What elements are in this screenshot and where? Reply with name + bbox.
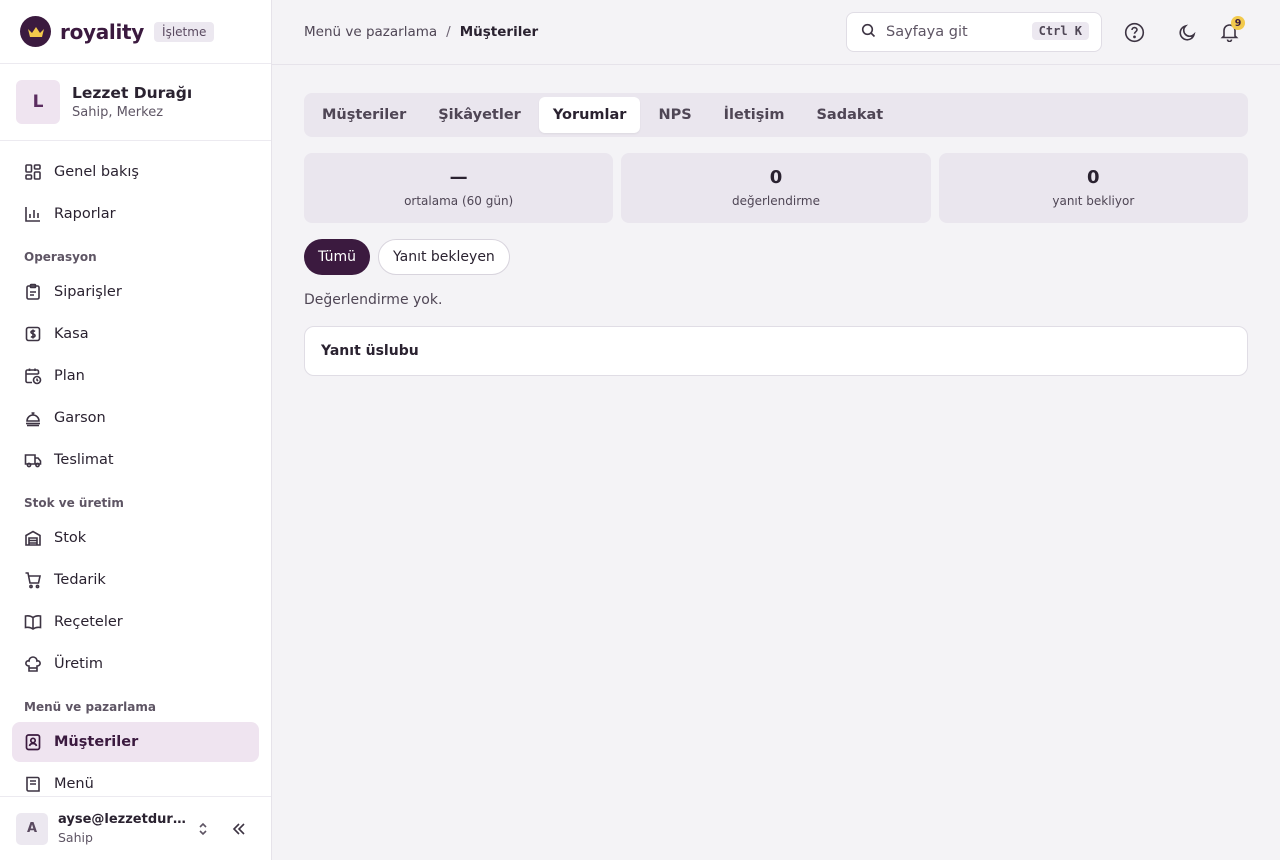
filter-all-button[interactable]: Tümü bbox=[304, 239, 371, 275]
calendar-clock-icon bbox=[24, 367, 42, 385]
stat-value: 0 bbox=[769, 167, 783, 189]
workspace-badge: İşletme bbox=[154, 21, 215, 42]
sidebar-item-tedarik[interactable]: Tedarik bbox=[12, 560, 259, 600]
sidebar-item-stok[interactable]: Stok bbox=[12, 518, 259, 558]
stat-value: — bbox=[449, 167, 468, 189]
search-icon bbox=[861, 23, 876, 42]
sidebar-item-raporlar[interactable]: Raporlar bbox=[12, 194, 259, 234]
breadcrumb-separator: / bbox=[446, 24, 451, 40]
brand-header: royality İşletme bbox=[0, 0, 271, 64]
filter-awaiting-reply-button[interactable]: Yanıt bekleyen bbox=[378, 239, 510, 275]
crown-logo-icon[interactable] bbox=[20, 16, 51, 47]
stat-label: ortalama (60 gün) bbox=[404, 193, 514, 208]
sidebar-item-label: Plan bbox=[54, 368, 85, 384]
sidebar-item-kasa[interactable]: Kasa bbox=[12, 314, 259, 354]
delivery-truck-icon bbox=[24, 451, 42, 469]
sidebar-item-label: Tedarik bbox=[54, 572, 106, 588]
bar-chart-icon bbox=[24, 205, 42, 223]
tab-iletisim[interactable]: İletişim bbox=[710, 97, 799, 133]
main-content: Müşteriler Şikâyetler Yorumlar NPS İleti… bbox=[304, 93, 1248, 376]
dashboard-grid-icon bbox=[24, 163, 42, 181]
sidebar-item-label: Siparişler bbox=[54, 284, 122, 300]
sidebar-item-label: Kasa bbox=[54, 326, 89, 342]
brand-name: royality bbox=[60, 19, 145, 44]
cash-register-icon bbox=[24, 325, 42, 343]
stat-card-reviews: 0 değerlendirme bbox=[621, 153, 931, 223]
sidebar-item-plan[interactable]: Plan bbox=[12, 356, 259, 396]
notifications-bell-icon[interactable]: 9 bbox=[1217, 16, 1245, 44]
breadcrumb-parent[interactable]: Menü ve pazarlama bbox=[304, 24, 437, 40]
sidebar-item-uretim[interactable]: Üretim bbox=[12, 644, 259, 684]
avatar: A bbox=[16, 812, 48, 845]
tab-nps[interactable]: NPS bbox=[644, 97, 705, 133]
help-icon[interactable] bbox=[1122, 20, 1146, 44]
sidebar-section-title: Operasyon bbox=[24, 250, 97, 264]
sidebar-item-label: Üretim bbox=[54, 656, 104, 672]
stats-row: — ortalama (60 gün) 0 değerlendirme 0 ya… bbox=[304, 153, 1248, 223]
tab-sikayetler[interactable]: Şikâyetler bbox=[424, 97, 535, 133]
sidebar-item-genel-bakis[interactable]: Genel bakış bbox=[12, 152, 259, 192]
sidebar-item-siparisler[interactable]: Siparişler bbox=[12, 272, 259, 312]
warehouse-icon bbox=[24, 529, 42, 547]
reply-style-title: Yanıt üslubu bbox=[321, 343, 419, 359]
stat-card-average: — ortalama (60 gün) bbox=[304, 153, 614, 223]
sidebar-section-title: Menü ve pazarlama bbox=[24, 700, 156, 714]
reply-style-card[interactable]: Yanıt üslubu bbox=[304, 326, 1248, 376]
filter-pills: Tümü Yanıt bekleyen bbox=[304, 239, 1248, 275]
sidebar: royality İşletme L Lezzet Durağı Sahip, … bbox=[0, 0, 272, 860]
sidebar-item-garson[interactable]: Garson bbox=[12, 398, 259, 438]
org-role: Sahip, Merkez bbox=[72, 105, 164, 120]
org-switcher[interactable]: L Lezzet Durağı Sahip, Merkez bbox=[0, 64, 271, 141]
chevrons-up-down-icon[interactable] bbox=[194, 820, 212, 838]
keyboard-shortcut: Ctrl K bbox=[1031, 22, 1089, 40]
sidebar-item-musteriler[interactable]: Müşteriler bbox=[12, 722, 259, 762]
user-email: ayse@lezzetduragi.com bbox=[58, 812, 186, 827]
collapse-sidebar-icon[interactable] bbox=[230, 820, 248, 838]
menu-book-icon bbox=[24, 775, 42, 793]
dark-mode-moon-icon[interactable] bbox=[1175, 20, 1199, 44]
tab-bar: Müşteriler Şikâyetler Yorumlar NPS İleti… bbox=[304, 93, 1248, 137]
clipboard-icon bbox=[24, 283, 42, 301]
shopping-cart-icon bbox=[24, 571, 42, 589]
sidebar-item-label: Menü bbox=[54, 776, 94, 792]
stat-label: değerlendirme bbox=[731, 193, 820, 208]
stat-card-awaiting-reply: 0 yanıt bekliyor bbox=[938, 153, 1248, 223]
sidebar-item-label: Teslimat bbox=[54, 452, 114, 468]
book-open-icon bbox=[24, 613, 42, 631]
breadcrumb-current: Müşteriler bbox=[459, 24, 539, 40]
sidebar-item-receteler[interactable]: Reçeteler bbox=[12, 602, 259, 642]
stat-value: 0 bbox=[1087, 167, 1100, 189]
sidebar-item-teslimat[interactable]: Teslimat bbox=[12, 440, 259, 480]
topbar: Menü ve pazarlama / Müşteriler Sayfaya g… bbox=[272, 0, 1280, 65]
search-placeholder: Sayfaya git bbox=[886, 24, 968, 40]
waiter-bell-icon bbox=[24, 409, 42, 427]
sidebar-item-label: Reçeteler bbox=[54, 614, 123, 630]
sidebar-item-menu[interactable]: Menü bbox=[12, 764, 259, 796]
notification-count-badge: 9 bbox=[1231, 16, 1245, 30]
sidebar-nav: Genel bakış Raporlar Operasyon Siparişle… bbox=[0, 152, 271, 796]
empty-state-text: Değerlendirme yok. bbox=[304, 292, 443, 308]
sidebar-section-title: Stok ve üretim bbox=[24, 496, 124, 510]
breadcrumb: Menü ve pazarlama / Müşteriler bbox=[304, 24, 538, 40]
stat-label: yanıt bekliyor bbox=[1052, 193, 1135, 208]
contact-card-icon bbox=[24, 733, 42, 751]
tab-sadakat[interactable]: Sadakat bbox=[802, 97, 897, 133]
chef-hat-icon bbox=[24, 655, 42, 673]
org-avatar: L bbox=[16, 80, 60, 124]
sidebar-item-label: Genel bakış bbox=[54, 164, 139, 180]
sidebar-item-label: Garson bbox=[54, 410, 106, 426]
user-menu[interactable]: A ayse@lezzetduragi.com Sahip bbox=[0, 796, 271, 860]
sidebar-item-label: Müşteriler bbox=[54, 734, 139, 750]
tab-musteriler[interactable]: Müşteriler bbox=[308, 97, 420, 133]
org-name: Lezzet Durağı bbox=[72, 84, 193, 102]
sidebar-item-label: Stok bbox=[54, 530, 87, 546]
user-role: Sahip bbox=[58, 830, 93, 845]
tab-yorumlar[interactable]: Yorumlar bbox=[538, 97, 641, 133]
sidebar-item-label: Raporlar bbox=[54, 206, 116, 222]
search-input[interactable]: Sayfaya git Ctrl K bbox=[846, 12, 1102, 52]
